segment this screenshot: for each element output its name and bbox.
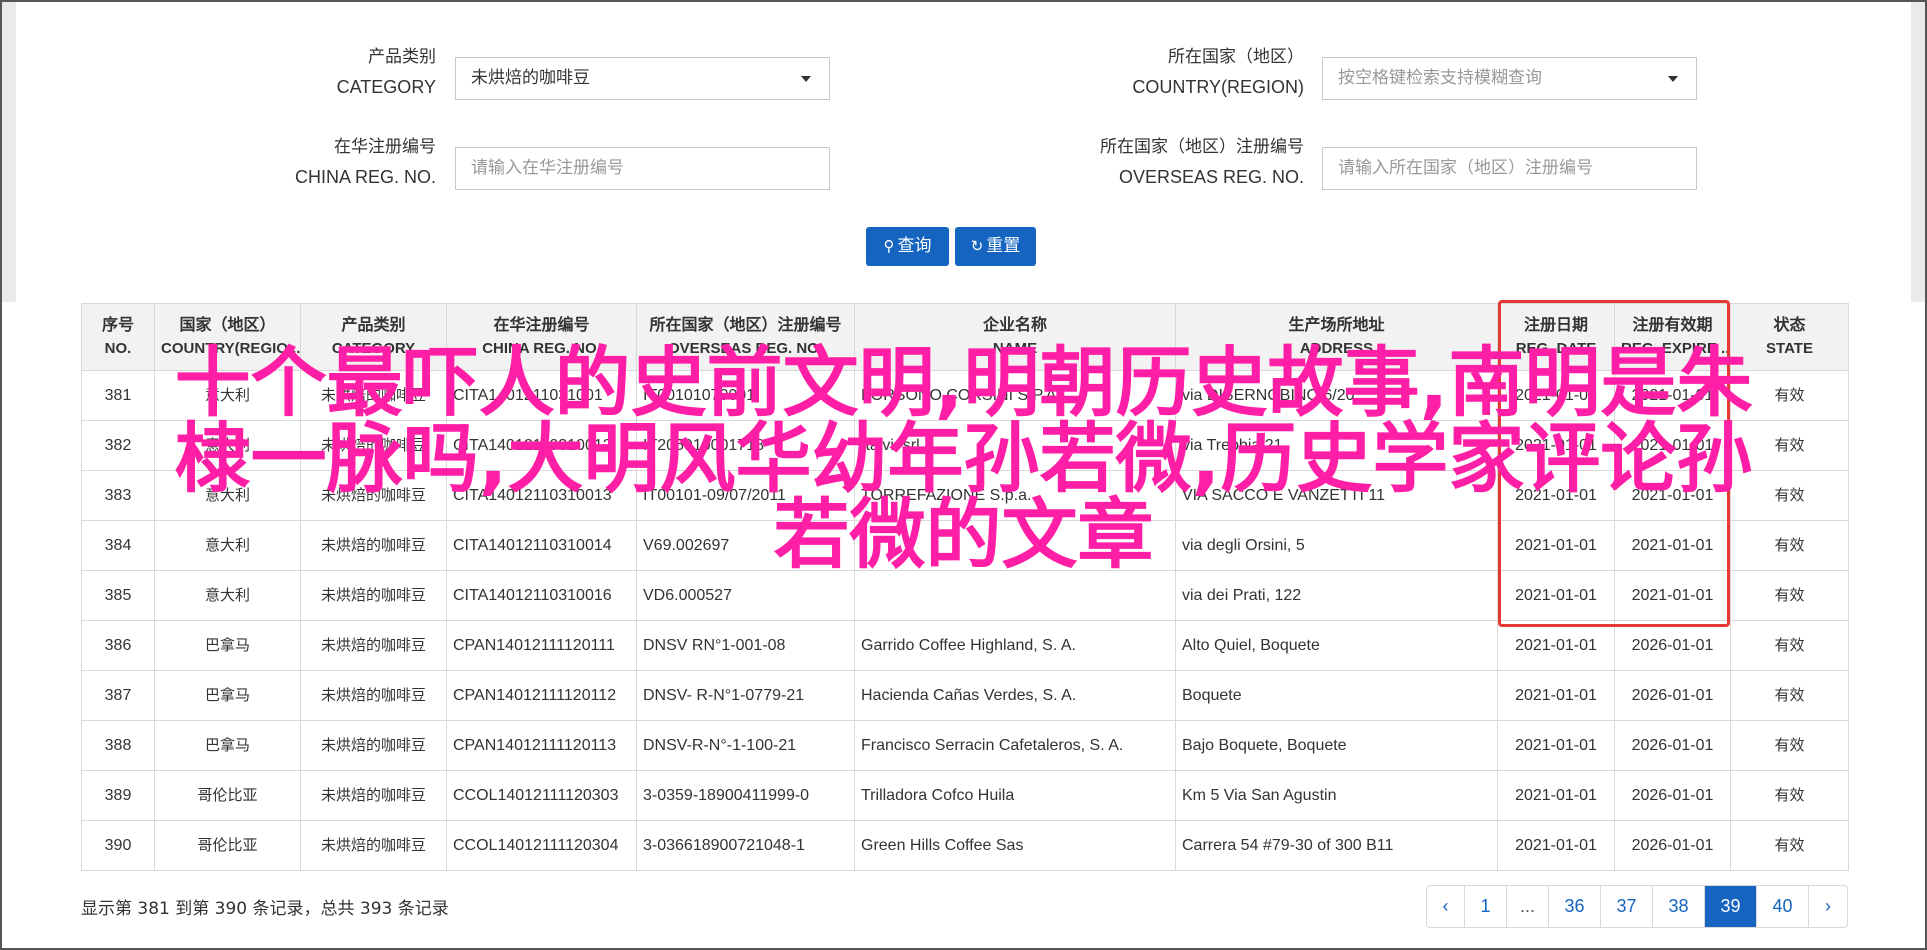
page-prev-button[interactable]: ‹: [1427, 886, 1465, 927]
country-select[interactable]: 按空格键检索支持模糊查询: [1322, 57, 1697, 100]
category-label: 产品类别 CATEGORY: [336, 47, 436, 97]
table-row[interactable]: 390 哥伦比亚 未烘焙的咖啡豆 CCOL14012111120304 3-03…: [81, 820, 1849, 871]
page-36-button[interactable]: 36: [1549, 886, 1601, 927]
country-label: 所在国家（地区） COUNTRY(REGION): [1132, 47, 1304, 97]
page-ellipsis: ...: [1507, 886, 1549, 927]
search-button[interactable]: ⚲ 查询: [866, 227, 949, 266]
refresh-icon: ↻: [970, 237, 984, 255]
overlay-line-2: 棣一脉吗,大明风华幼年孙若微,历史学家评论孙: [174, 414, 1753, 503]
china-reg-input[interactable]: 请输入在华注册编号: [455, 147, 830, 190]
overlay-headline: 十个最吓人的史前文明,明朝历史故事,南明是朱 棣一脉吗,大明风华幼年孙若微,历史…: [0, 345, 1927, 573]
left-scrollbar[interactable]: [2, 2, 16, 302]
page-37-button[interactable]: 37: [1601, 886, 1653, 927]
table-row[interactable]: 388 巴拿马 未烘焙的咖啡豆 CPAN14012111120113 DNSV-…: [81, 720, 1849, 771]
page-next-button[interactable]: ›: [1809, 886, 1847, 927]
overlay-line-1: 十个最吓人的史前文明,明朝历史故事,南明是朱: [174, 338, 1753, 427]
table-row[interactable]: 386 巴拿马 未烘焙的咖啡豆 CPAN14012111120111 DNSV …: [81, 620, 1849, 671]
right-scrollbar[interactable]: [1911, 2, 1925, 302]
overlay-line-3: 若微的文章: [773, 490, 1154, 579]
record-summary: 显示第 381 到第 390 条记录，总共 393 条记录: [81, 899, 449, 919]
china-reg-label: 在华注册编号 CHINA REG. NO.: [294, 137, 436, 187]
page-40-button[interactable]: 40: [1757, 886, 1809, 927]
overseas-reg-input[interactable]: 请输入所在国家（地区）注册编号: [1322, 147, 1697, 190]
chevron-down-icon: [1668, 76, 1678, 82]
page-39-button[interactable]: 39: [1705, 886, 1757, 927]
table-row[interactable]: 389 哥伦比亚 未烘焙的咖啡豆 CCOL14012111120303 3-03…: [81, 770, 1849, 821]
reset-button[interactable]: ↻ 重置: [955, 227, 1036, 266]
category-select[interactable]: 未烘焙的咖啡豆: [455, 57, 830, 100]
table-row[interactable]: 387 巴拿马 未烘焙的咖啡豆 CPAN14012111120112 DNSV-…: [81, 670, 1849, 721]
pagination: ‹ 1 ... 36 37 38 39 40 ›: [1426, 885, 1848, 928]
page-1-button[interactable]: 1: [1465, 886, 1507, 927]
overseas-reg-label: 所在国家（地区）注册编号 OVERSEAS REG. NO.: [1100, 137, 1304, 187]
chevron-down-icon: [801, 76, 811, 82]
search-icon: ⚲: [883, 237, 895, 255]
page-38-button[interactable]: 38: [1653, 886, 1705, 927]
